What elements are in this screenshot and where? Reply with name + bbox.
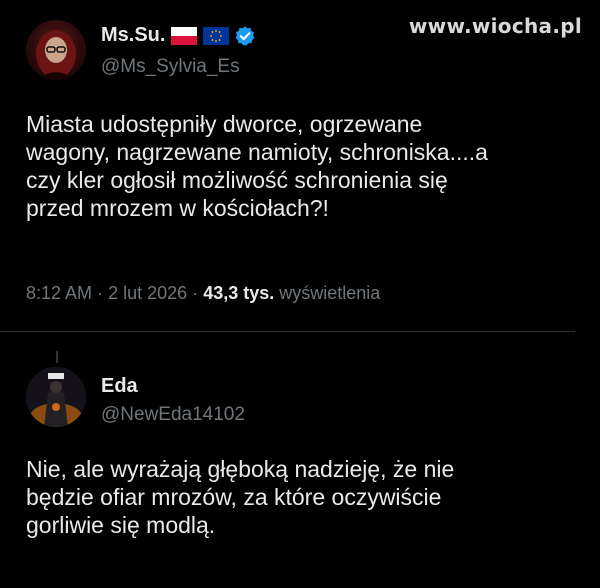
verified-icon xyxy=(235,25,255,45)
author-name[interactable]: Ms.Su. xyxy=(101,24,165,47)
reply-text: Nie, ale wyrażają głęboką nadzieję, że n… xyxy=(26,455,586,539)
meta-separator: · xyxy=(97,283,104,303)
tweet-text-line: przed mrozem w kościołach?! xyxy=(26,195,329,221)
author-name-row[interactable]: Ms.Su. xyxy=(101,24,256,47)
tweet-text: Miasta udostępniły dworce, ogrzewane wag… xyxy=(26,110,586,222)
author-handle[interactable]: @Ms_Sylvia_Es xyxy=(101,56,240,78)
tweet-time[interactable]: 8:12 AM xyxy=(26,283,92,303)
avatar-figure-icon xyxy=(26,367,86,427)
reply-author-name[interactable]: Eda xyxy=(101,375,138,398)
site-watermark: www.wiocha.pl xyxy=(408,14,582,38)
eu-flag-icon xyxy=(203,26,230,45)
tweet-text-line: Miasta udostępniły dworce, ogrzewane xyxy=(26,111,423,137)
reply-text-line: Nie, ale wyrażają głęboką nadzieję, że n… xyxy=(26,456,455,482)
poland-flag-icon xyxy=(171,26,198,45)
tweet-date[interactable]: 2 lut 2026 xyxy=(108,283,187,303)
reply-author-avatar[interactable] xyxy=(26,367,86,427)
divider xyxy=(0,331,575,332)
reply-text-line: gorliwie się modlą. xyxy=(26,512,216,538)
author-avatar[interactable] xyxy=(26,20,86,80)
reply-author-handle[interactable]: @NewEda14102 xyxy=(101,404,245,426)
view-count-label: wyświetlenia xyxy=(279,283,381,303)
thread-connector xyxy=(56,351,58,363)
view-count: 43,3 tys. xyxy=(203,283,275,303)
meta-separator: · xyxy=(192,283,199,303)
tweet-text-line: czy kler ogłosił możliwość schronienia s… xyxy=(26,167,448,193)
tweet-meta: 8:12 AM · 2 lut 2026 · 43,3 tys. wyświet… xyxy=(26,283,380,304)
avatar-portrait-icon xyxy=(36,30,76,80)
reply-text-line: będzie ofiar mrozów, za które oczywiście xyxy=(26,484,442,510)
tweet-text-line: wagony, nagrzewane namioty, schroniska..… xyxy=(26,139,488,165)
